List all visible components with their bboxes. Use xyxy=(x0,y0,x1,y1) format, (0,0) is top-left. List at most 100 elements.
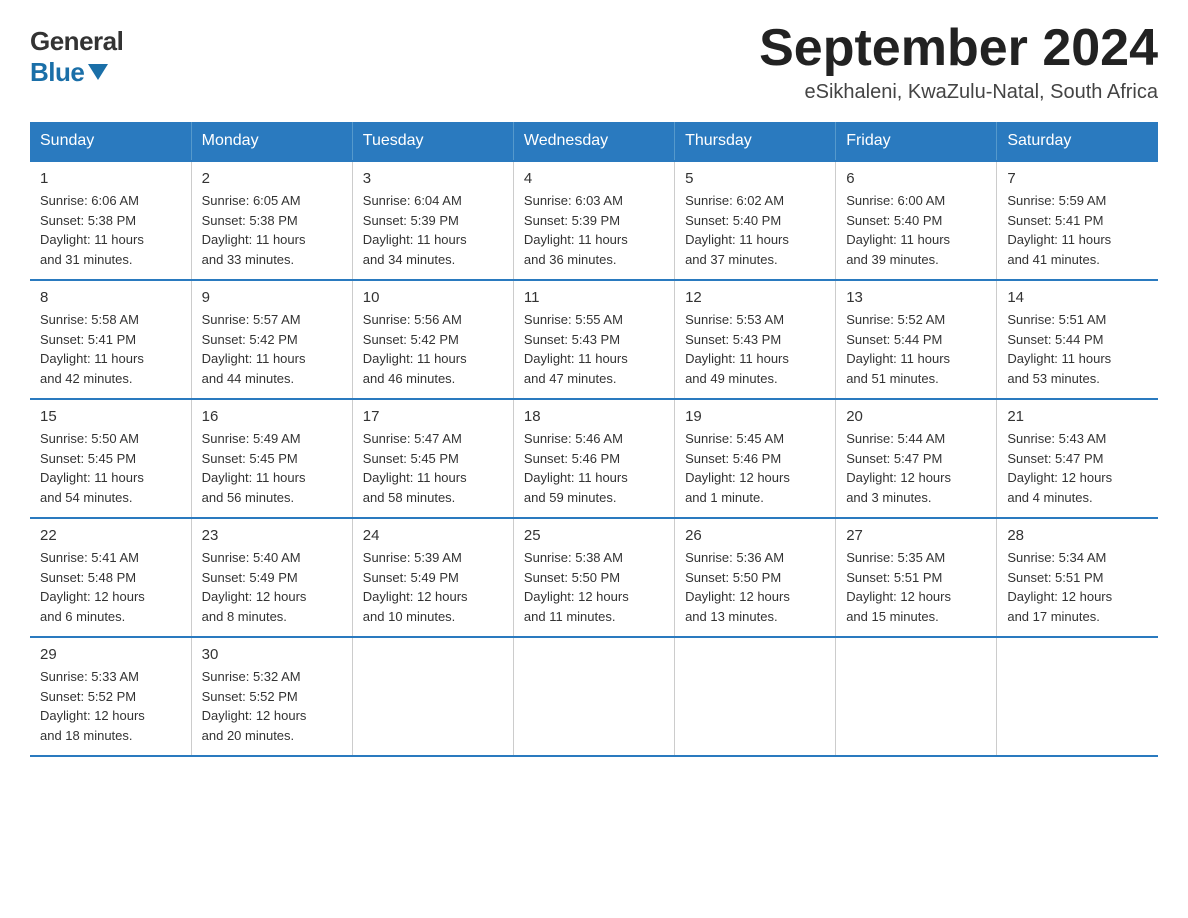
day-number: 24 xyxy=(363,527,503,544)
logo-blue-text: Blue xyxy=(30,57,108,88)
day-info: Sunrise: 5:57 AMSunset: 5:42 PMDaylight:… xyxy=(202,310,342,388)
day-number: 12 xyxy=(685,289,825,306)
calendar-day-cell: 16Sunrise: 5:49 AMSunset: 5:45 PMDayligh… xyxy=(191,399,352,518)
day-info: Sunrise: 5:51 AMSunset: 5:44 PMDaylight:… xyxy=(1007,310,1148,388)
day-number: 2 xyxy=(202,170,342,187)
calendar-day-cell: 28 Sunrise: 5:34 AMSunset: 5:51 PMDayligh… xyxy=(997,518,1158,637)
calendar-day-cell: 20 Sunrise: 5:44 AMSunset: 5:47 PMDayligh… xyxy=(836,399,997,518)
calendar-week-row: 29 Sunrise: 5:33 AMSunset: 5:52 PMDayligh… xyxy=(30,637,1158,756)
calendar-day-cell xyxy=(352,637,513,756)
day-info: Sunrise: 5:50 AMSunset: 5:45 PMDaylight:… xyxy=(40,429,181,507)
calendar-day-cell xyxy=(513,637,674,756)
location-title: eSikhaleni, KwaZulu-Natal, South Africa xyxy=(759,81,1158,104)
day-info: Sunrise: 5:35 AMSunset: 5:51 PMDaylight:… xyxy=(846,548,986,626)
title-area: September 2024 eSikhaleni, KwaZulu-Natal… xyxy=(759,20,1158,104)
month-title: September 2024 xyxy=(759,20,1158,77)
day-info: Sunrise: 5:41 AMSunset: 5:48 PMDaylight:… xyxy=(40,548,181,626)
day-number: 7 xyxy=(1007,170,1148,187)
day-info: Sunrise: 5:52 AMSunset: 5:44 PMDaylight:… xyxy=(846,310,986,388)
day-info: Sunrise: 5:59 AMSunset: 5:41 PMDaylight:… xyxy=(1007,191,1148,269)
day-info: Sunrise: 5:36 AMSunset: 5:50 PMDaylight:… xyxy=(685,548,825,626)
calendar-week-row: 15 Sunrise: 5:50 AMSunset: 5:45 PMDayligh… xyxy=(30,399,1158,518)
calendar-day-cell: 1Sunrise: 6:06 AMSunset: 5:38 PMDaylight… xyxy=(30,161,191,280)
calendar-day-cell: 12 Sunrise: 5:53 AMSunset: 5:43 PMDayligh… xyxy=(675,280,836,399)
calendar-day-cell: 23 Sunrise: 5:40 AMSunset: 5:49 PMDayligh… xyxy=(191,518,352,637)
calendar-day-cell: 27Sunrise: 5:35 AMSunset: 5:51 PMDayligh… xyxy=(836,518,997,637)
day-info: Sunrise: 5:53 AMSunset: 5:43 PMDaylight:… xyxy=(685,310,825,388)
calendar-day-cell: 5 Sunrise: 6:02 AMSunset: 5:40 PMDaylight… xyxy=(675,161,836,280)
day-info: Sunrise: 6:03 AMSunset: 5:39 PMDaylight:… xyxy=(524,191,664,269)
calendar-day-cell: 15 Sunrise: 5:50 AMSunset: 5:45 PMDayligh… xyxy=(30,399,191,518)
logo-general-text: General xyxy=(30,26,123,57)
day-number: 13 xyxy=(846,289,986,306)
calendar-day-cell: 9 Sunrise: 5:57 AMSunset: 5:42 PMDaylight… xyxy=(191,280,352,399)
day-header-row: SundayMondayTuesdayWednesdayThursdayFrid… xyxy=(30,122,1158,161)
day-info: Sunrise: 5:33 AMSunset: 5:52 PMDaylight:… xyxy=(40,667,181,745)
day-number: 28 xyxy=(1007,527,1148,544)
day-number: 20 xyxy=(846,408,986,425)
day-number: 9 xyxy=(202,289,342,306)
day-of-week-header: Wednesday xyxy=(513,122,674,161)
logo-triangle-icon xyxy=(88,64,108,80)
day-number: 15 xyxy=(40,408,181,425)
calendar-day-cell: 6Sunrise: 6:00 AMSunset: 5:40 PMDaylight… xyxy=(836,161,997,280)
calendar-day-cell: 13 Sunrise: 5:52 AMSunset: 5:44 PMDayligh… xyxy=(836,280,997,399)
day-info: Sunrise: 5:39 AMSunset: 5:49 PMDaylight:… xyxy=(363,548,503,626)
day-of-week-header: Monday xyxy=(191,122,352,161)
day-number: 14 xyxy=(1007,289,1148,306)
calendar-day-cell: 26Sunrise: 5:36 AMSunset: 5:50 PMDayligh… xyxy=(675,518,836,637)
calendar-body: 1Sunrise: 6:06 AMSunset: 5:38 PMDaylight… xyxy=(30,161,1158,756)
calendar-day-cell: 25Sunrise: 5:38 AMSunset: 5:50 PMDayligh… xyxy=(513,518,674,637)
day-info: Sunrise: 5:56 AMSunset: 5:42 PMDaylight:… xyxy=(363,310,503,388)
day-number: 23 xyxy=(202,527,342,544)
day-of-week-header: Thursday xyxy=(675,122,836,161)
day-number: 17 xyxy=(363,408,503,425)
day-number: 11 xyxy=(524,289,664,306)
calendar-week-row: 8 Sunrise: 5:58 AMSunset: 5:41 PMDaylight… xyxy=(30,280,1158,399)
day-info: Sunrise: 6:02 AMSunset: 5:40 PMDaylight:… xyxy=(685,191,825,269)
calendar-day-cell: 24 Sunrise: 5:39 AMSunset: 5:49 PMDayligh… xyxy=(352,518,513,637)
calendar-week-row: 1Sunrise: 6:06 AMSunset: 5:38 PMDaylight… xyxy=(30,161,1158,280)
day-number: 8 xyxy=(40,289,181,306)
day-number: 19 xyxy=(685,408,825,425)
day-number: 10 xyxy=(363,289,503,306)
day-number: 16 xyxy=(202,408,342,425)
calendar-day-cell: 22 Sunrise: 5:41 AMSunset: 5:48 PMDayligh… xyxy=(30,518,191,637)
day-number: 3 xyxy=(363,170,503,187)
calendar-day-cell: 17 Sunrise: 5:47 AMSunset: 5:45 PMDayligh… xyxy=(352,399,513,518)
calendar-day-cell: 8 Sunrise: 5:58 AMSunset: 5:41 PMDaylight… xyxy=(30,280,191,399)
day-info: Sunrise: 6:05 AMSunset: 5:38 PMDaylight:… xyxy=(202,191,342,269)
day-number: 29 xyxy=(40,646,181,663)
day-info: Sunrise: 6:04 AMSunset: 5:39 PMDaylight:… xyxy=(363,191,503,269)
day-info: Sunrise: 5:58 AMSunset: 5:41 PMDaylight:… xyxy=(40,310,181,388)
day-info: Sunrise: 5:44 AMSunset: 5:47 PMDaylight:… xyxy=(846,429,986,507)
day-info: Sunrise: 5:43 AMSunset: 5:47 PMDaylight:… xyxy=(1007,429,1148,507)
calendar-table: SundayMondayTuesdayWednesdayThursdayFrid… xyxy=(30,122,1158,757)
day-number: 18 xyxy=(524,408,664,425)
day-info: Sunrise: 5:32 AMSunset: 5:52 PMDaylight:… xyxy=(202,667,342,745)
calendar-day-cell: 18Sunrise: 5:46 AMSunset: 5:46 PMDayligh… xyxy=(513,399,674,518)
day-info: Sunrise: 5:45 AMSunset: 5:46 PMDaylight:… xyxy=(685,429,825,507)
day-info: Sunrise: 5:47 AMSunset: 5:45 PMDaylight:… xyxy=(363,429,503,507)
calendar-day-cell: 30 Sunrise: 5:32 AMSunset: 5:52 PMDayligh… xyxy=(191,637,352,756)
calendar-day-cell xyxy=(675,637,836,756)
calendar-day-cell: 29 Sunrise: 5:33 AMSunset: 5:52 PMDayligh… xyxy=(30,637,191,756)
calendar-header: SundayMondayTuesdayWednesdayThursdayFrid… xyxy=(30,122,1158,161)
calendar-day-cell: 3 Sunrise: 6:04 AMSunset: 5:39 PMDaylight… xyxy=(352,161,513,280)
day-number: 30 xyxy=(202,646,342,663)
calendar-day-cell: 2 Sunrise: 6:05 AMSunset: 5:38 PMDaylight… xyxy=(191,161,352,280)
day-info: Sunrise: 5:38 AMSunset: 5:50 PMDaylight:… xyxy=(524,548,664,626)
day-of-week-header: Friday xyxy=(836,122,997,161)
calendar-day-cell: 4 Sunrise: 6:03 AMSunset: 5:39 PMDaylight… xyxy=(513,161,674,280)
day-number: 22 xyxy=(40,527,181,544)
day-number: 4 xyxy=(524,170,664,187)
day-info: Sunrise: 5:40 AMSunset: 5:49 PMDaylight:… xyxy=(202,548,342,626)
day-of-week-header: Sunday xyxy=(30,122,191,161)
calendar-day-cell: 21Sunrise: 5:43 AMSunset: 5:47 PMDayligh… xyxy=(997,399,1158,518)
calendar-week-row: 22 Sunrise: 5:41 AMSunset: 5:48 PMDayligh… xyxy=(30,518,1158,637)
day-of-week-header: Tuesday xyxy=(352,122,513,161)
day-number: 6 xyxy=(846,170,986,187)
calendar-day-cell xyxy=(997,637,1158,756)
day-number: 5 xyxy=(685,170,825,187)
day-info: Sunrise: 5:34 AMSunset: 5:51 PMDaylight:… xyxy=(1007,548,1148,626)
